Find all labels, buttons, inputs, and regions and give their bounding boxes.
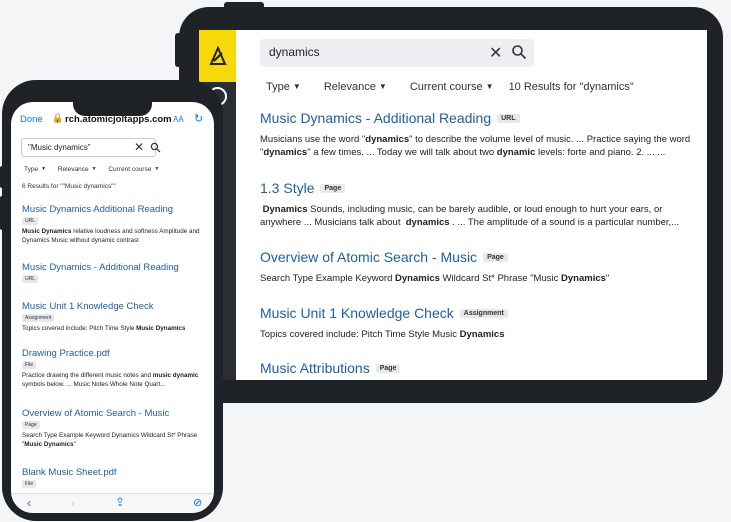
type-filter[interactable]: Type ▼ <box>24 166 46 173</box>
search-field[interactable]: dynamics ✕ <box>260 39 534 67</box>
url-field[interactable]: rch.atomicjoltapps.com <box>65 114 172 125</box>
result-snippet: Topics covered include: Pitch Time Style… <box>260 329 505 340</box>
result-title[interactable]: Drawing Practice.pdf <box>22 348 208 359</box>
result-badge: File <box>22 480 37 488</box>
caret-down-icon: ▼ <box>91 166 97 172</box>
caret-down-icon: ▼ <box>41 166 47 172</box>
close-icon[interactable]: ✕ <box>134 140 144 154</box>
result-title[interactable]: Music Dynamics - Additional Reading <box>260 110 491 126</box>
back-icon[interactable]: ‹ <box>27 496 31 510</box>
course-filter-label: Current course <box>409 81 483 93</box>
result-item: 1.3 Style Page Dynamics Sounds, including… <box>260 180 700 230</box>
result-badge: URL <box>22 217 39 225</box>
reload-icon[interactable]: ↻ <box>194 112 203 125</box>
result-badge: Page <box>320 184 346 193</box>
course-filter[interactable]: Current course ▼ <box>108 166 159 173</box>
forward-icon[interactable]: › <box>71 496 75 510</box>
result-badge: URL <box>497 114 520 123</box>
result-item: Music Unit 1 Knowledge Check Assignment T… <box>260 305 700 341</box>
result-badge: Page <box>22 421 40 429</box>
result-title[interactable]: 1.3 Style <box>260 180 314 196</box>
result-snippet: Dynamics Sounds, including music, can be… <box>260 204 680 229</box>
relevance-filter[interactable]: Relevance ▼ <box>58 166 97 173</box>
phone-device: Done 🔒 rch.atomicjoltapps.com AA ↻ "Musi… <box>2 80 223 521</box>
filter-bar: Type ▼ Relevance ▼ Current course ▼ 10 Resu… <box>266 81 634 93</box>
course-filter-label: Current course <box>108 166 152 173</box>
search-field[interactable]: "Music dynamics" ✕ <box>21 138 161 157</box>
type-filter[interactable]: Type ▼ <box>266 81 301 93</box>
result-title[interactable]: Music Dynamics Additional Reading <box>22 204 208 215</box>
caret-down-icon: ▼ <box>485 82 494 91</box>
caret-down-icon: ▼ <box>292 82 301 91</box>
result-title[interactable]: Blank Music Sheet.pdf <box>22 467 208 478</box>
result-badge: File <box>22 361 37 369</box>
search-main: dynamics ✕ Type ▼ Relevance ▼ Current cour… <box>236 30 707 380</box>
result-title[interactable]: Music Dynamics - Additional Reading <box>22 262 208 273</box>
tablet-device: ) ] ] ) s ) | dynamics ✕ Type▼ Relevance… <box>179 7 723 403</box>
result-badge: URL <box>22 275 39 283</box>
browser-toolbar: ‹ › ⇪ ⊘ <box>11 493 214 513</box>
lock-icon: 🔒 <box>52 113 64 123</box>
result-item: Overview of Atomic Search - Music Page Se… <box>260 249 700 285</box>
result-item: Music Dynamics - Additional Reading URL M… <box>260 110 700 160</box>
result-item: Blank Music Sheet.pdf File <box>22 467 208 488</box>
type-filter-label: Type <box>266 81 290 93</box>
result-badge: Assignment <box>459 309 508 318</box>
result-badge: Page <box>375 364 401 373</box>
result-title[interactable]: Music Unit 1 Knowledge Check <box>22 301 208 312</box>
result-item: Music Dynamics - Additional Reading URL <box>22 262 208 283</box>
filter-bar: Type ▼ Relevance ▼ Current course ▼ <box>24 166 169 173</box>
caret-down-icon: ▼ <box>154 166 160 172</box>
result-title[interactable]: Overview of Atomic Search - Music <box>22 408 208 419</box>
search-input[interactable]: dynamics <box>269 45 320 59</box>
result-title[interactable]: Overview of Atomic Search - Music <box>260 249 477 265</box>
result-snippet: Topics covered include: Pitch Time Style… <box>22 325 186 332</box>
search-icon[interactable] <box>511 44 527 60</box>
result-snippet: Search Type Example Keyword Dynamics Wil… <box>260 273 610 284</box>
result-item: Music Dynamics Additional Reading URL Mu… <box>22 204 208 246</box>
share-icon[interactable]: ⇪ <box>115 495 125 509</box>
result-item: Music Unit 1 Knowledge Check Assignment … <box>22 301 208 334</box>
compass-icon[interactable]: ⊘ <box>193 496 202 509</box>
done-button[interactable]: Done <box>20 114 43 125</box>
result-item: Music AttributionsPage Copyright: Cather… <box>260 360 700 380</box>
result-snippet: Practice drawing the different music not… <box>22 372 199 388</box>
atomic-logo-icon[interactable] <box>199 30 236 82</box>
result-badge: Assignment <box>22 314 55 322</box>
relevance-filter-label: Relevance <box>57 166 89 173</box>
result-title[interactable]: Music Attributions <box>260 360 370 376</box>
caret-down-icon: ▼ <box>378 82 387 91</box>
relevance-filter[interactable]: Relevance ▼ <box>324 81 387 93</box>
phone-screen: Done 🔒 rch.atomicjoltapps.com AA ↻ "Musi… <box>11 102 214 513</box>
text-size-button[interactable]: AA <box>173 115 184 124</box>
result-snippet: Music Dynamics relative loudness and sof… <box>22 228 200 244</box>
relevance-filter-label: Relevance <box>323 81 376 93</box>
tablet-screen: ) ] ] ) s ) | dynamics ✕ Type▼ Relevance… <box>199 30 707 380</box>
result-badge: Page <box>483 253 508 262</box>
browser-address-bar: Done 🔒 rch.atomicjoltapps.com AA ↻ <box>11 110 214 132</box>
search-icon[interactable] <box>150 142 161 153</box>
close-icon[interactable]: ✕ <box>489 43 502 63</box>
type-filter-label: Type <box>24 166 39 173</box>
result-item: Overview of Atomic Search - Music Page S… <box>22 408 208 450</box>
result-item: Drawing Practice.pdf File Practice drawi… <box>22 348 208 390</box>
results-count: 10 Results for "dynamics" <box>508 81 634 93</box>
results-count: 6 Results for ""Music dynamics"" <box>22 183 116 190</box>
result-snippet: Musicians use the word "dynamics" to des… <box>260 134 691 159</box>
result-title[interactable]: Music Unit 1 Knowledge Check <box>260 305 454 321</box>
result-snippet: Search Type Example Keyword Dynamics Wil… <box>22 432 198 448</box>
course-filter[interactable]: Current course ▼ <box>410 81 494 93</box>
search-input[interactable]: "Music dynamics" <box>28 143 91 152</box>
